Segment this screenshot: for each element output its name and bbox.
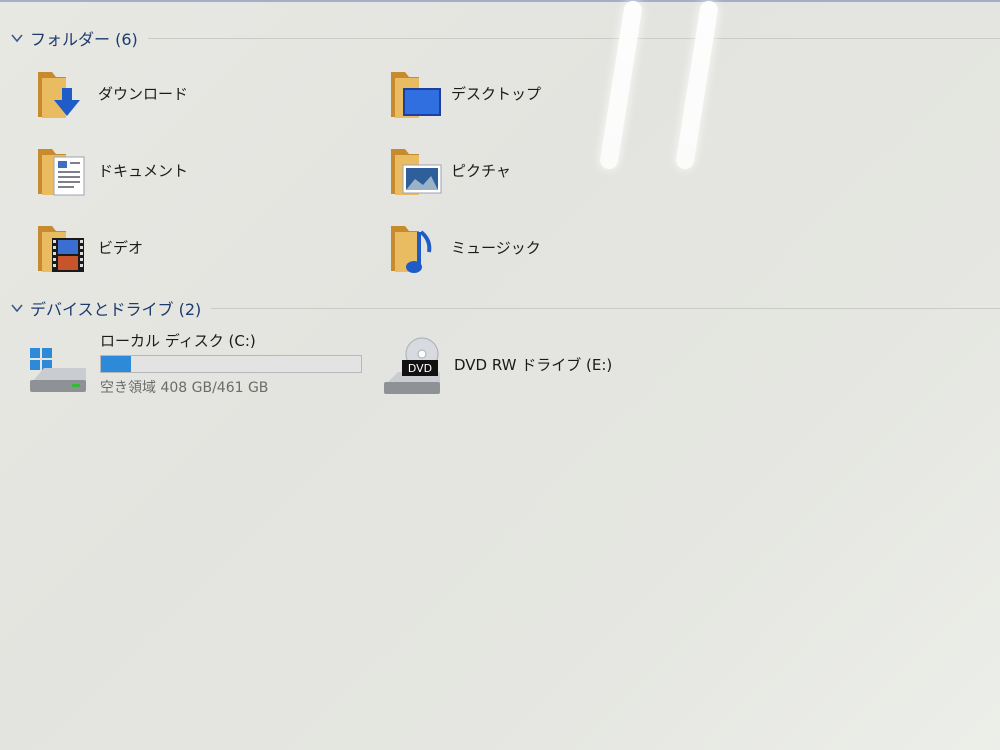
folder-item-pictures[interactable]: ピクチャ bbox=[387, 141, 511, 199]
drive-free-space: 空き領域 408 GB/461 GB bbox=[100, 380, 269, 396]
disk-usage-fill bbox=[101, 356, 131, 372]
devices-section-header[interactable]: デバイスとドライブ (2) bbox=[10, 296, 1000, 320]
drive-name: ローカル ディスク (C:) bbox=[100, 332, 256, 350]
drive-name: DVD RW ドライブ (E:) bbox=[454, 356, 613, 374]
folder-item-music[interactable]: ミュージック bbox=[387, 218, 541, 276]
disk-usage-bar bbox=[100, 355, 362, 373]
documents-folder-icon bbox=[38, 149, 85, 196]
folder-label: ピクチャ bbox=[451, 161, 511, 180]
folder-item-documents[interactable]: ドキュメント bbox=[34, 141, 188, 199]
folder-label: ビデオ bbox=[98, 238, 144, 257]
folder-label: ダウンロード bbox=[98, 84, 189, 103]
folder-label: ドキュメント bbox=[98, 161, 189, 180]
folder-item-downloads[interactable]: ダウンロード bbox=[34, 64, 188, 122]
drive-item-dvd[interactable]: DVD DVD RW ドライブ (E:) bbox=[380, 334, 612, 396]
desktop-folder-icon bbox=[391, 72, 441, 118]
downloads-folder-icon bbox=[38, 72, 80, 118]
dvd-drive-icon: DVD bbox=[384, 337, 440, 394]
section-title: フォルダー (6) bbox=[30, 30, 138, 49]
folders-section-header[interactable]: フォルダー (6) bbox=[10, 26, 1000, 50]
music-folder-icon bbox=[391, 226, 432, 273]
folder-label: デスクトップ bbox=[451, 84, 542, 103]
section-divider bbox=[211, 307, 1000, 309]
folder-item-desktop[interactable]: デスクトップ bbox=[387, 64, 541, 122]
section-divider bbox=[147, 37, 1000, 39]
top-border bbox=[0, 0, 1000, 2]
windows-drive-icon bbox=[30, 348, 86, 392]
chevron-down-icon[interactable] bbox=[10, 301, 24, 315]
section-title: デバイスとドライブ (2) bbox=[30, 300, 202, 319]
chevron-down-icon[interactable] bbox=[10, 31, 24, 45]
pictures-folder-icon bbox=[391, 149, 442, 195]
folder-item-videos[interactable]: ビデオ bbox=[34, 218, 143, 276]
folder-label: ミュージック bbox=[451, 238, 541, 257]
dvd-badge-text: DVD bbox=[408, 362, 432, 375]
drive-item-local-disk[interactable]: ローカル ディスク (C:) 空き領域 408 GB/461 GB bbox=[26, 330, 362, 397]
videos-folder-icon bbox=[38, 226, 84, 272]
